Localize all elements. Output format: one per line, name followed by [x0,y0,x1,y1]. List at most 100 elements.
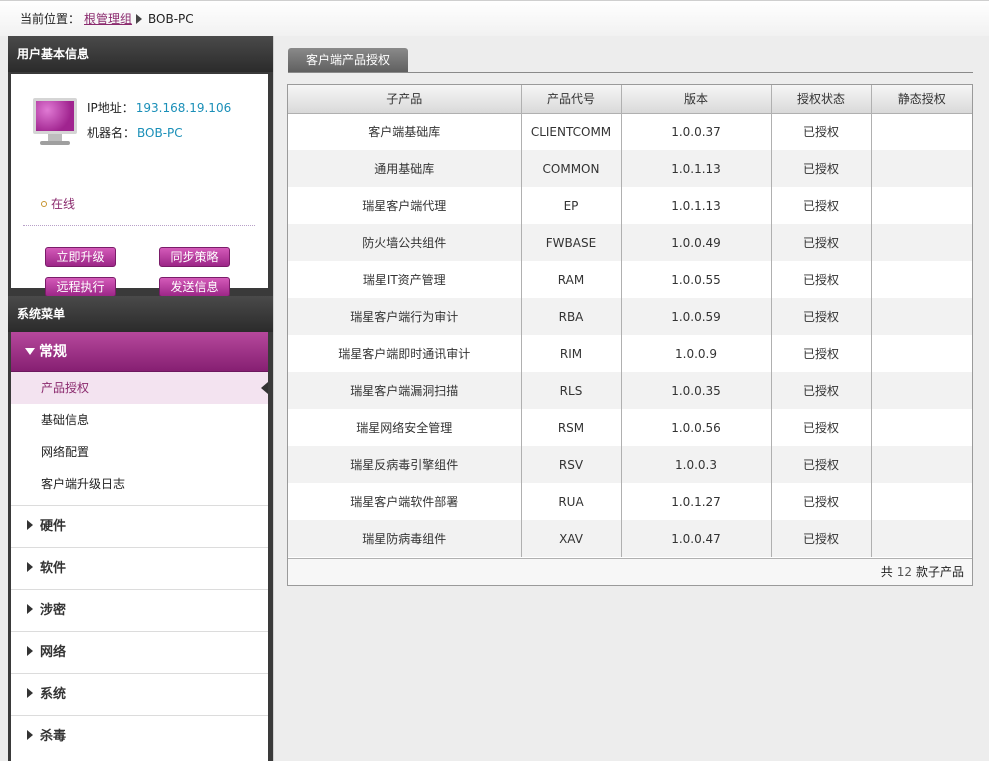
triangle-right-icon [27,646,33,656]
product-count: 12 [896,565,912,579]
table-header-row: 子产品 产品代号 版本 授权状态 静态授权 [288,85,972,114]
menu-group-label: 杀毒 [40,729,67,744]
triangle-right-icon [27,688,33,698]
breadcrumb-arrow-icon [136,14,143,24]
table-cell: 已授权 [771,372,872,409]
table-row[interactable]: 瑞星客户端漏洞扫描 RLS 1.0.0.35 已授权 [288,372,972,409]
host-row: 机器名： BOB-PC [87,124,183,141]
system-menu: 常规 产品授权 基础信息 网络配置 客户端升级日志 硬件 软件 涉密 网络 系统… [11,332,268,761]
table-row[interactable]: 瑞星客户端软件部署 RUA 1.0.1.27 已授权 [288,483,972,520]
table-cell: 1.0.0.9 [621,335,772,372]
table-cell: 客户端基础库 [288,113,522,150]
column-header[interactable]: 授权状态 [771,85,872,114]
table-cell: RBA [521,298,622,335]
table-cell: 1.0.1.27 [621,483,772,520]
table-row[interactable]: 瑞星网络安全管理 RSM 1.0.0.56 已授权 [288,409,972,446]
column-header[interactable]: 版本 [621,85,772,114]
table-cell: 1.0.0.35 [621,372,772,409]
menu-group-classified[interactable]: 涉密 [11,589,268,631]
menu-group-label: 涉密 [40,603,67,618]
breadcrumb-root-link[interactable]: 根管理组 [84,12,132,26]
table-row[interactable]: 瑞星反病毒引擎组件 RSV 1.0.0.3 已授权 [288,446,972,483]
table-cell: 瑞星防病毒组件 [288,520,522,557]
table-cell: 瑞星客户端代理 [288,187,522,224]
menu-group-software[interactable]: 软件 [11,547,268,589]
table-cell: 已授权 [771,261,872,298]
triangle-right-icon [27,520,33,530]
table-cell: 1.0.0.55 [621,261,772,298]
upgrade-now-button[interactable]: 立即升级 [45,247,116,267]
menu-group-label: 网络 [40,645,67,660]
send-message-button[interactable]: 发送信息 [159,277,230,297]
column-header[interactable]: 子产品 [288,85,522,114]
tab-underline [288,72,973,73]
table-cell: RLS [521,372,622,409]
table-cell: RSV [521,446,622,483]
table-row[interactable]: 客户端基础库 CLIENTCOMM 1.0.0.37 已授权 [288,113,972,150]
ip-row: IP地址： 193.168.19.106 [87,99,231,116]
table-cell: 已授权 [771,298,872,335]
menu-group-antivirus[interactable]: 杀毒 [11,715,268,757]
table-cell: 1.0.0.37 [621,113,772,150]
table-cell [871,520,972,557]
table-cell [871,298,972,335]
table-cell [871,372,972,409]
table-cell: 防火墙公共组件 [288,224,522,261]
table-cell [871,483,972,520]
user-info-title: 用户基本信息 [8,36,273,72]
menu-item-basic-info[interactable]: 基础信息 [11,404,268,436]
table-cell: 瑞星客户端即时通讯审计 [288,335,522,372]
table-footer: 共 12 款子产品 [288,558,972,585]
table-cell: 瑞星网络安全管理 [288,409,522,446]
online-status-text: 在线 [51,197,76,211]
table-cell: 瑞星IT资产管理 [288,261,522,298]
table-row[interactable]: 通用基础库 COMMON 1.0.1.13 已授权 [288,150,972,187]
triangle-right-icon [27,604,33,614]
menu-group-general[interactable]: 常规 [11,332,268,372]
table-cell: 1.0.1.13 [621,187,772,224]
remote-exec-button[interactable]: 远程执行 [45,277,116,297]
table-row[interactable]: 瑞星IT资产管理 RAM 1.0.0.55 已授权 [288,261,972,298]
table-row[interactable]: 瑞星客户端代理 EP 1.0.1.13 已授权 [288,187,972,224]
table-cell: RAM [521,261,622,298]
host-value: BOB-PC [137,126,183,140]
status-dot-icon [41,201,47,207]
menu-group-label: 系统 [40,687,67,702]
table-cell: 1.0.0.56 [621,409,772,446]
user-info-panel: IP地址： 193.168.19.106 机器名： BOB-PC 在线 立即升级 同… [11,74,268,297]
table-row[interactable]: 防火墙公共组件 FWBASE 1.0.0.49 已授权 [288,224,972,261]
footer-suffix: 款子产品 [915,565,964,579]
table-row[interactable]: 瑞星防病毒组件 XAV 1.0.0.47 已授权 [288,520,972,557]
table-cell: 已授权 [771,150,872,187]
menu-item-network-config[interactable]: 网络配置 [11,436,268,468]
table-cell: 已授权 [771,446,872,483]
table-cell: XAV [521,520,622,557]
table-row[interactable]: 瑞星客户端行为审计 RBA 1.0.0.59 已授权 [288,298,972,335]
menu-group-system[interactable]: 系统 [11,673,268,715]
divider [23,225,255,226]
table-cell: 已授权 [771,483,872,520]
menu-item-product-license[interactable]: 产品授权 [11,372,268,404]
sync-policy-button[interactable]: 同步策略 [159,247,230,267]
breadcrumb: 当前位置： 根管理组 BOB-PC [0,0,989,36]
ip-value: 193.168.19.106 [135,101,232,115]
menu-group-label: 硬件 [40,519,67,534]
tab-client-product-license[interactable]: 客户端产品授权 [288,48,408,73]
table-cell: 1.0.0.49 [621,224,772,261]
system-menu-title: 系统菜单 [8,296,273,332]
table-cell: 已授权 [771,113,872,150]
table-cell: COMMON [521,150,622,187]
table-cell: FWBASE [521,224,622,261]
menu-group-network[interactable]: 网络 [11,631,268,673]
table-cell: RIM [521,335,622,372]
table-row[interactable]: 瑞星客户端即时通讯审计 RIM 1.0.0.9 已授权 [288,335,972,372]
menu-item-upgrade-log[interactable]: 客户端升级日志 [11,468,268,500]
online-status: 在线 [41,195,75,212]
column-header[interactable]: 静态授权 [871,85,972,114]
sidebar: 用户基本信息 IP地址： 193.168.19.106 机器名： BOB-PC 在线… [8,36,273,761]
menu-group-hardware[interactable]: 硬件 [11,505,268,547]
host-label: 机器名： [87,126,136,140]
triangle-down-icon [25,348,35,355]
table-cell: 通用基础库 [288,150,522,187]
column-header[interactable]: 产品代号 [521,85,622,114]
